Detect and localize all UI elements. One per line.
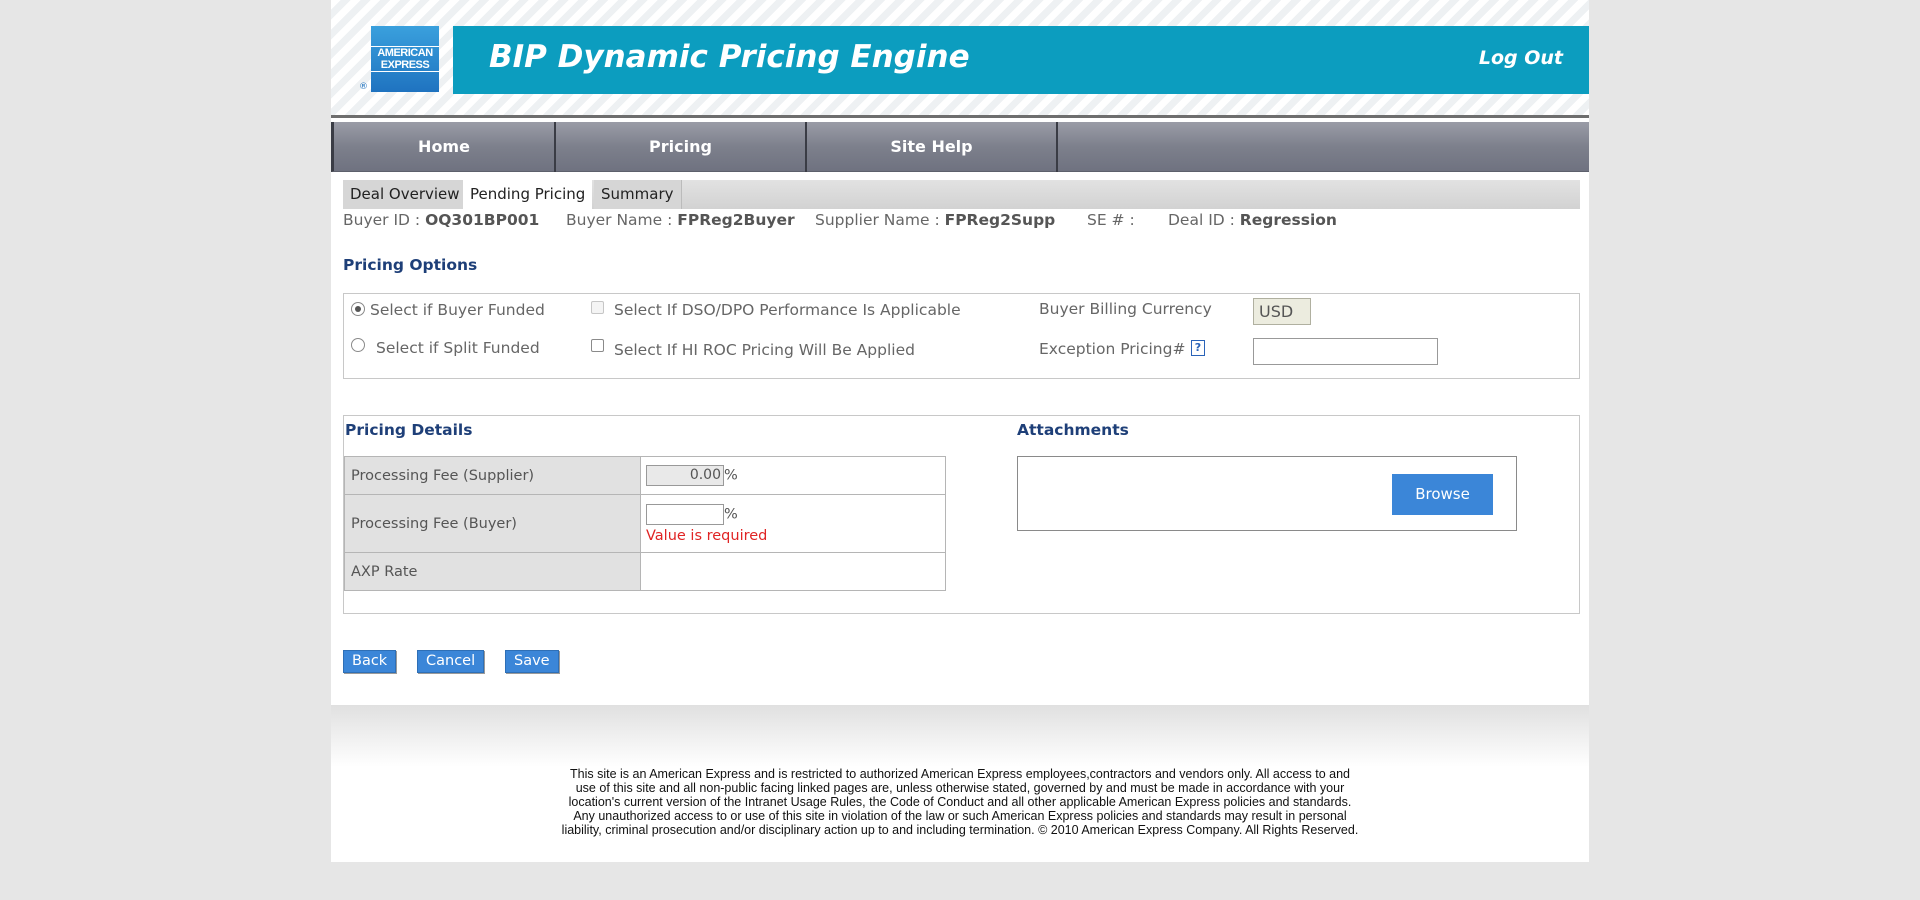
- footer-legal-text: This site is an American Express and is …: [331, 767, 1589, 837]
- logout-link[interactable]: Log Out: [1479, 47, 1563, 69]
- table-row: Processing Fee (Buyer) % Value is requir…: [344, 494, 946, 553]
- buyer-name-value: FPReg2Buyer: [677, 211, 795, 229]
- se-label: SE # :: [1087, 211, 1135, 229]
- supplier-name-label: Supplier Name :: [815, 211, 940, 229]
- nav-item-home[interactable]: Home: [334, 122, 556, 172]
- fee-buyer-label: Processing Fee (Buyer): [344, 494, 641, 553]
- exception-pricing-input[interactable]: [1253, 338, 1438, 365]
- buyer-funded-label: Select if Buyer Funded: [370, 301, 545, 319]
- footer-line: location's current version of the Intran…: [568, 795, 1352, 809]
- tab-bar: Deal Overview Pending Pricing Summary: [343, 180, 1580, 209]
- fee-supplier-label: Processing Fee (Supplier): [344, 456, 641, 495]
- exception-pricing-label: Exception Pricing#: [1039, 340, 1186, 358]
- header-divider: [331, 115, 1589, 118]
- footer-band: [331, 705, 1589, 767]
- axp-rate-value: [640, 552, 946, 591]
- nav-item-pricing[interactable]: Pricing: [556, 122, 807, 172]
- tab-summary[interactable]: Summary: [594, 180, 682, 209]
- axp-rate-label: AXP Rate: [344, 552, 641, 591]
- nav-item-site-help[interactable]: Site Help: [807, 122, 1058, 172]
- title-banner: BIP Dynamic Pricing Engine Log Out: [453, 26, 1589, 94]
- fee-table: Processing Fee (Supplier) 0.00% Processi…: [344, 456, 946, 591]
- deal-id-label: Deal ID :: [1168, 211, 1235, 229]
- main-nav: Home Pricing Site Help: [331, 122, 1589, 172]
- buyer-funded-radio[interactable]: [351, 302, 365, 316]
- currency-field: USD: [1253, 298, 1311, 325]
- tab-deal-overview[interactable]: Deal Overview: [343, 180, 468, 209]
- fee-buyer-error: Value is required: [646, 527, 768, 544]
- buyer-id-label: Buyer ID :: [343, 211, 421, 229]
- app-title: BIP Dynamic Pricing Engine: [489, 39, 970, 75]
- supplier-name-value: FPReg2Supp: [944, 211, 1056, 229]
- pricing-options-title: Pricing Options: [343, 256, 478, 274]
- hi-roc-label: Select If HI ROC Pricing Will Be Applied: [614, 341, 915, 359]
- table-row: Processing Fee (Supplier) 0.00%: [344, 456, 946, 495]
- amex-logo: AMERICAN EXPRESS: [371, 26, 439, 92]
- dso-label: Select If DSO/DPO Performance Is Applica…: [614, 301, 961, 319]
- table-row: AXP Rate: [344, 552, 946, 591]
- buyer-id-value: OQ301BP001: [425, 211, 540, 229]
- pricing-options-box: Select if Buyer Funded Select if Split F…: [343, 293, 1580, 379]
- cancel-button[interactable]: Cancel: [417, 650, 485, 673]
- currency-label: Buyer Billing Currency: [1039, 300, 1212, 318]
- header: AMERICAN EXPRESS ® BIP Dynamic Pricing E…: [331, 0, 1589, 118]
- pricing-details-title: Pricing Details: [345, 421, 473, 439]
- help-icon[interactable]: ?: [1191, 340, 1205, 356]
- back-button[interactable]: Back: [343, 650, 397, 673]
- attachments-title: Attachments: [1017, 421, 1129, 439]
- split-funded-label: Select if Split Funded: [376, 339, 540, 357]
- fee-supplier-unit: %: [724, 467, 738, 484]
- fee-buyer-input[interactable]: [646, 503, 724, 525]
- dso-checkbox[interactable]: [591, 301, 604, 314]
- footer-line: use of this site and all non-public faci…: [575, 781, 1345, 795]
- fee-buyer-unit: %: [724, 506, 738, 522]
- deal-id-value: Regression: [1239, 211, 1337, 229]
- attachments-box: Browse: [1017, 456, 1517, 531]
- fee-supplier-input: 0.00: [646, 465, 724, 486]
- tab-pending-pricing[interactable]: Pending Pricing: [463, 180, 593, 209]
- save-button[interactable]: Save: [505, 650, 559, 673]
- footer-line: Any unauthorized access to or use of thi…: [573, 809, 1347, 823]
- hi-roc-checkbox[interactable]: [591, 339, 604, 352]
- browse-button[interactable]: Browse: [1392, 474, 1493, 515]
- page: AMERICAN EXPRESS ® BIP Dynamic Pricing E…: [331, 0, 1589, 862]
- footer-line: This site is an American Express and is …: [570, 767, 1350, 781]
- logo-registered-mark: ®: [359, 82, 368, 92]
- logo-text: AMERICAN EXPRESS: [371, 46, 439, 72]
- buyer-name-label: Buyer Name :: [566, 211, 673, 229]
- split-funded-radio[interactable]: [351, 338, 365, 352]
- pricing-details-box: Pricing Details Processing Fee (Supplier…: [343, 415, 1580, 614]
- footer-line: liability, criminal prosecution and/or d…: [561, 823, 1359, 837]
